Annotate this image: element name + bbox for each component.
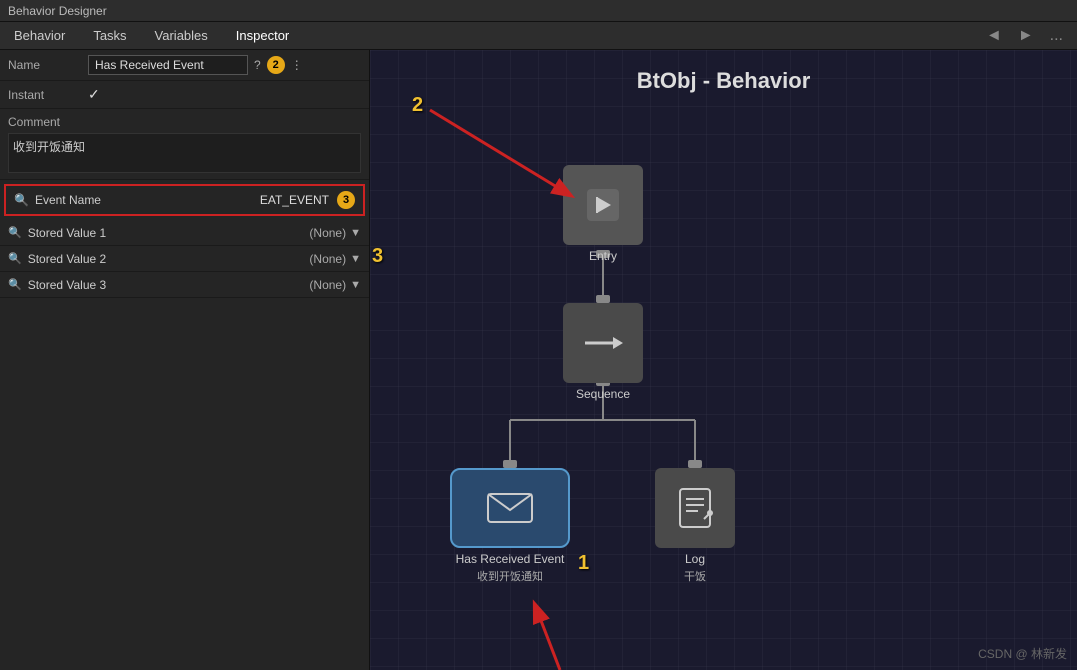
stored-search-icon-3: 🔍: [8, 278, 22, 291]
event-name-row: 🔍 Event Name EAT_EVENT 3: [4, 184, 365, 216]
comment-box: Comment 收到开饭通知: [0, 109, 369, 180]
stored-search-icon-1: 🔍: [8, 226, 22, 239]
menu-tasks[interactable]: Tasks: [79, 22, 140, 49]
stored-label-3: Stored Value 3: [28, 278, 310, 292]
node-sequence[interactable]: Sequence: [563, 303, 643, 401]
inspector-panel: Name ? 2 ⋮ Instant ✓ Comment 收到开饭通知 🔍 Ev…: [0, 50, 370, 670]
annotation-1: 1: [578, 552, 589, 575]
entry-icon: [583, 185, 623, 225]
stored-row-2: 🔍 Stored Value 2 (None) ▼: [0, 246, 369, 272]
watermark: CSDN @ 林新发: [978, 645, 1067, 662]
stored-search-icon-2: 🔍: [8, 252, 22, 265]
badge-2: 2: [267, 56, 285, 74]
name-row: Name ? 2 ⋮: [0, 50, 369, 81]
search-icon: 🔍: [14, 193, 29, 207]
title-bar: Behavior Designer: [0, 0, 1077, 22]
annotation-2: 2: [412, 94, 423, 117]
nav-prev-button[interactable]: ◄: [980, 25, 1008, 47]
entry-label: Entry: [589, 249, 617, 263]
help-icon-btn[interactable]: ?: [254, 58, 261, 72]
log-sublabel: 干饭: [684, 568, 706, 584]
menu-bar: Behavior Tasks Variables Inspector ◄ ► .…: [0, 22, 1077, 50]
canvas-area[interactable]: BtObj - Behavior: [370, 50, 1077, 670]
log-icon: [676, 487, 714, 529]
comment-label: Comment: [8, 115, 361, 129]
event-name-label: Event Name: [35, 193, 260, 207]
title-bar-label: Behavior Designer: [8, 4, 107, 18]
name-label: Name: [8, 58, 88, 72]
menu-behavior[interactable]: Behavior: [0, 22, 79, 49]
stored-row-3: 🔍 Stored Value 3 (None) ▼: [0, 272, 369, 298]
event-label: Has Received Event: [456, 552, 565, 566]
sequence-icon: [581, 329, 625, 357]
event-name-value: EAT_EVENT: [260, 193, 329, 207]
log-label: Log: [685, 552, 705, 566]
main-layout: Name ? 2 ⋮ Instant ✓ Comment 收到开饭通知 🔍 Ev…: [0, 50, 1077, 670]
stored-value-1: (None): [309, 226, 346, 240]
event-box[interactable]: [450, 468, 570, 548]
log-box[interactable]: [655, 468, 735, 548]
sequence-box[interactable]: [563, 303, 643, 383]
comment-text: 收到开饭通知: [8, 133, 361, 173]
name-icons: ? 2 ⋮: [254, 56, 303, 74]
badge-3: 3: [337, 191, 355, 209]
dropdown-arrow-1[interactable]: ▼: [350, 227, 361, 239]
annotation-3-canvas: 3: [372, 245, 383, 268]
instant-label: Instant: [8, 88, 88, 102]
name-input[interactable]: [88, 55, 248, 75]
sequence-label: Sequence: [576, 387, 630, 401]
dropdown-arrow-3[interactable]: ▼: [350, 279, 361, 291]
entry-box[interactable]: [563, 165, 643, 245]
instant-row: Instant ✓: [0, 81, 369, 109]
stored-row-1: 🔍 Stored Value 1 (None) ▼: [0, 220, 369, 246]
menu-inspector[interactable]: Inspector: [222, 22, 303, 49]
dropdown-arrow-2[interactable]: ▼: [350, 253, 361, 265]
nav-next-button[interactable]: ►: [1012, 25, 1040, 47]
stored-label-2: Stored Value 2: [28, 252, 310, 266]
menu-variables[interactable]: Variables: [141, 22, 222, 49]
event-sublabel: 收到开饭通知: [477, 568, 543, 584]
stored-label-1: Stored Value 1: [28, 226, 310, 240]
instant-checkmark: ✓: [88, 86, 100, 103]
stored-value-3: (None): [309, 278, 346, 292]
nav-controls: ◄ ► ...: [980, 25, 1077, 47]
nav-dots: ...: [1044, 25, 1069, 47]
event-icon: [486, 490, 534, 526]
node-has-received-event[interactable]: Has Received Event 收到开饭通知: [450, 468, 570, 584]
stored-value-2: (None): [309, 252, 346, 266]
more-icon-btn[interactable]: ⋮: [291, 58, 303, 72]
node-entry[interactable]: Entry: [563, 165, 643, 263]
canvas-title: BtObj - Behavior: [637, 68, 811, 94]
node-log[interactable]: Log 干饭: [655, 468, 735, 584]
